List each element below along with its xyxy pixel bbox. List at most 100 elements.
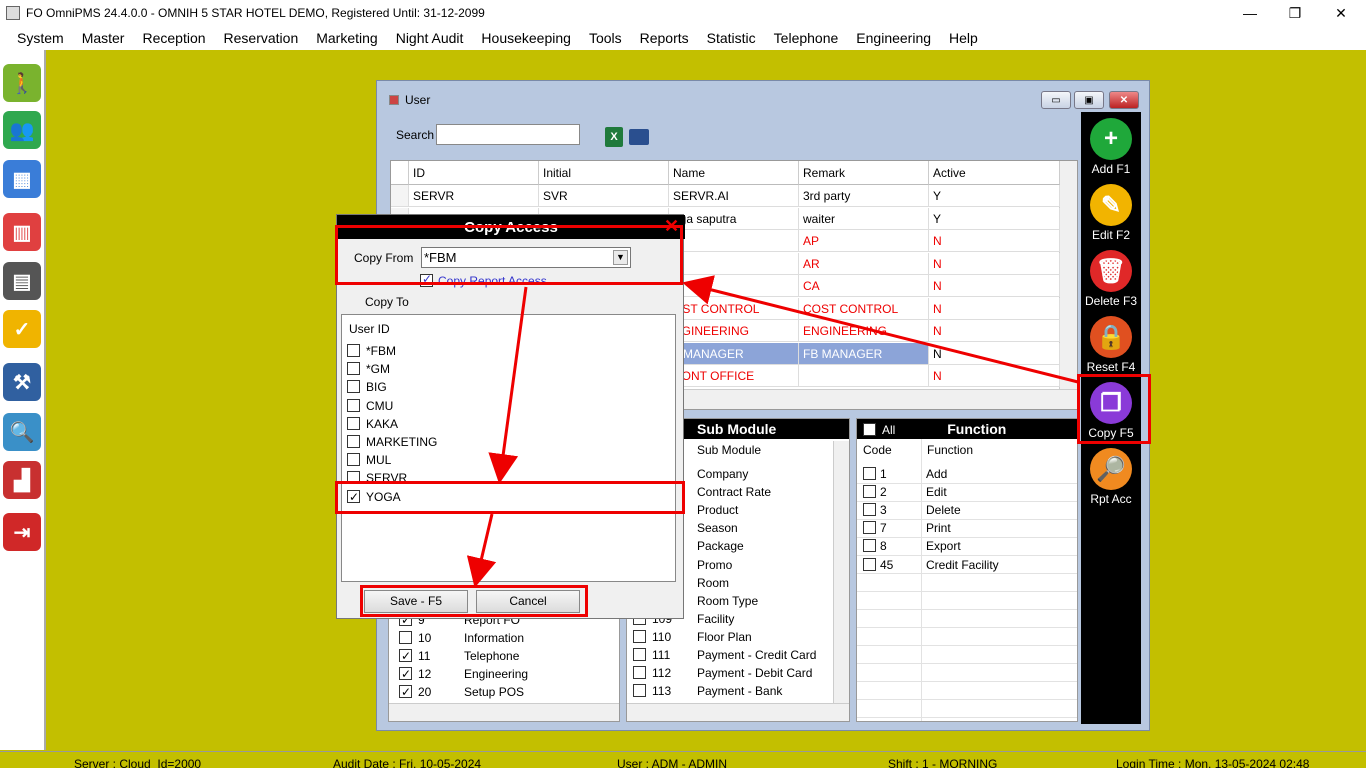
user-checkbox[interactable] — [347, 453, 360, 467]
search-input[interactable] — [436, 124, 580, 145]
copy-f5-button[interactable]: ❐ Copy F5 — [1081, 376, 1141, 440]
menu-item-help[interactable]: Help — [940, 26, 987, 50]
list-item[interactable]: 7 Print — [863, 519, 951, 537]
close-button[interactable]: ✕ — [1318, 0, 1364, 26]
module-horizontal-scrollbar[interactable] — [389, 703, 619, 721]
user-window-close-button[interactable]: ✕ — [1109, 91, 1139, 109]
menu-item-marketing[interactable]: Marketing — [307, 26, 386, 50]
column-header-remark[interactable]: Remark — [799, 161, 929, 185]
print-icon[interactable] — [629, 129, 649, 145]
user-list-item[interactable]: KAKA — [347, 415, 398, 433]
cancel-button[interactable]: Cancel — [476, 590, 580, 613]
list-item[interactable]: 12 Engineering — [399, 665, 528, 683]
sub-module-checkbox[interactable] — [633, 629, 646, 643]
user-list-item[interactable]: SERVR — [347, 469, 407, 487]
dialog-close-icon[interactable]: ✕ — [664, 217, 679, 235]
list-item[interactable]: 113 Payment - Bank — [633, 682, 782, 700]
floor-plan-icon[interactable]: ▦ — [3, 160, 41, 198]
calendar-grid-icon[interactable]: ▥ — [3, 213, 41, 251]
walking-person-icon[interactable]: 🚶 — [3, 64, 41, 102]
statistics-chart-icon[interactable]: ▟ — [3, 461, 41, 499]
user-window-minimize-button[interactable]: ▭ — [1041, 91, 1071, 109]
select-all-checkbox[interactable] — [863, 423, 876, 436]
module-checkbox[interactable] — [399, 665, 412, 683]
sub-module-checkbox[interactable] — [633, 648, 646, 661]
module-checkbox[interactable] — [399, 647, 412, 665]
sub-module-checkbox[interactable] — [633, 666, 646, 680]
sub-module-checkbox[interactable] — [633, 684, 646, 698]
rpt-acc-button[interactable]: 🔎 Rpt Acc — [1081, 442, 1141, 506]
user-list-item[interactable]: BIG — [347, 378, 387, 396]
list-item[interactable]: 2 Edit — [863, 483, 947, 501]
menu-item-reservation[interactable]: Reservation — [215, 26, 308, 50]
menu-item-engineering[interactable]: Engineering — [847, 26, 940, 50]
list-item[interactable]: 111 Payment - Credit Card — [633, 646, 816, 664]
menu-item-reception[interactable]: Reception — [133, 26, 214, 50]
menu-item-telephone[interactable]: Telephone — [765, 26, 848, 50]
module-checkbox[interactable] — [399, 631, 412, 644]
menu-item-master[interactable]: Master — [73, 26, 134, 50]
user-list-item[interactable]: MUL — [347, 451, 391, 469]
copy-report-access-option[interactable]: Copy Report Access — [420, 272, 547, 288]
user-checkbox[interactable] — [347, 488, 360, 506]
copy-report-access-checkbox[interactable] — [420, 272, 433, 287]
table-row[interactable]: SERVR SVR SERVR.AI 3rd party Y — [391, 185, 1060, 207]
menu-item-tools[interactable]: Tools — [580, 26, 631, 50]
housekeeping-icon[interactable]: ⚒ — [3, 363, 41, 401]
list-item[interactable]: 110 Floor Plan — [633, 628, 752, 646]
user-list-item[interactable]: *FBM — [347, 342, 396, 360]
function-checkbox[interactable] — [863, 539, 876, 553]
user-list-item[interactable]: YOGA — [347, 488, 401, 506]
function-checkbox[interactable] — [863, 557, 876, 571]
list-item[interactable]: 3 Delete — [863, 501, 961, 519]
user-checkbox[interactable] — [347, 398, 360, 412]
function-checkbox[interactable] — [863, 485, 876, 499]
menu-item-system[interactable]: System — [8, 26, 73, 50]
list-item[interactable]: 11 Telephone — [399, 647, 519, 665]
calendar-2023-icon[interactable]: ▤ — [3, 262, 41, 300]
function-checkbox[interactable] — [863, 467, 876, 480]
list-item[interactable]: 20 Setup POS — [399, 683, 524, 701]
list-item[interactable]: 45 Credit Facility — [863, 556, 999, 574]
user-list-item[interactable]: MARKETING — [347, 433, 437, 451]
sub-module-vertical-scrollbar[interactable] — [833, 441, 849, 703]
save-button[interactable]: Save - F5 — [364, 590, 468, 613]
column-header-initial[interactable]: Initial — [539, 161, 669, 185]
edit-f2-button[interactable]: ✎ Edit F2 — [1081, 178, 1141, 242]
user-checkbox[interactable] — [347, 416, 360, 430]
chevron-down-icon[interactable]: ▼ — [613, 250, 628, 265]
user-checkbox[interactable] — [347, 435, 360, 448]
user-checkbox[interactable] — [347, 380, 360, 394]
user-checkbox[interactable] — [347, 344, 360, 357]
delete-f3-button[interactable]: 🗑 Delete F3 — [1081, 244, 1141, 308]
copy-from-select[interactable]: *FBM ▼ — [421, 247, 631, 268]
function-checkbox[interactable] — [863, 521, 876, 535]
available-badge-icon[interactable]: ✓ — [3, 310, 41, 348]
column-header-id[interactable]: ID — [409, 161, 539, 185]
reset-f4-button[interactable]: 🔒 Reset F4 — [1081, 310, 1141, 374]
list-item[interactable]: 8 Export — [863, 537, 961, 555]
add-f1-button[interactable]: + Add F1 — [1081, 112, 1141, 176]
menu-item-reports[interactable]: Reports — [631, 26, 698, 50]
menu-item-statistic[interactable]: Statistic — [698, 26, 765, 50]
exit-door-icon[interactable]: ⇥ — [3, 513, 41, 551]
grid-vertical-scrollbar[interactable] — [1059, 161, 1077, 391]
list-item[interactable]: 10 Information — [399, 629, 524, 647]
search-analysis-icon[interactable]: 🔍 — [3, 413, 41, 451]
user-checkbox[interactable] — [347, 471, 360, 485]
menu-item-housekeeping[interactable]: Housekeeping — [472, 26, 580, 50]
users-group-icon[interactable]: 👥 — [3, 111, 41, 149]
minimize-button[interactable]: — — [1227, 0, 1273, 26]
list-item[interactable]: 1 Add — [863, 465, 947, 483]
function-checkbox[interactable] — [863, 503, 876, 517]
module-checkbox[interactable] — [399, 683, 412, 701]
user-window-maximize-button[interactable]: ▣ — [1074, 91, 1104, 109]
column-header-active[interactable]: Active — [929, 161, 1060, 185]
sub-module-horizontal-scrollbar[interactable] — [627, 703, 849, 721]
excel-export-icon[interactable]: X — [605, 127, 623, 147]
user-checkbox[interactable] — [347, 362, 360, 376]
column-header-name[interactable]: Name — [669, 161, 799, 185]
list-item[interactable]: 112 Payment - Debit Card — [633, 664, 812, 682]
user-list-item[interactable]: *GM — [347, 360, 390, 378]
menu-item-night-audit[interactable]: Night Audit — [387, 26, 473, 50]
